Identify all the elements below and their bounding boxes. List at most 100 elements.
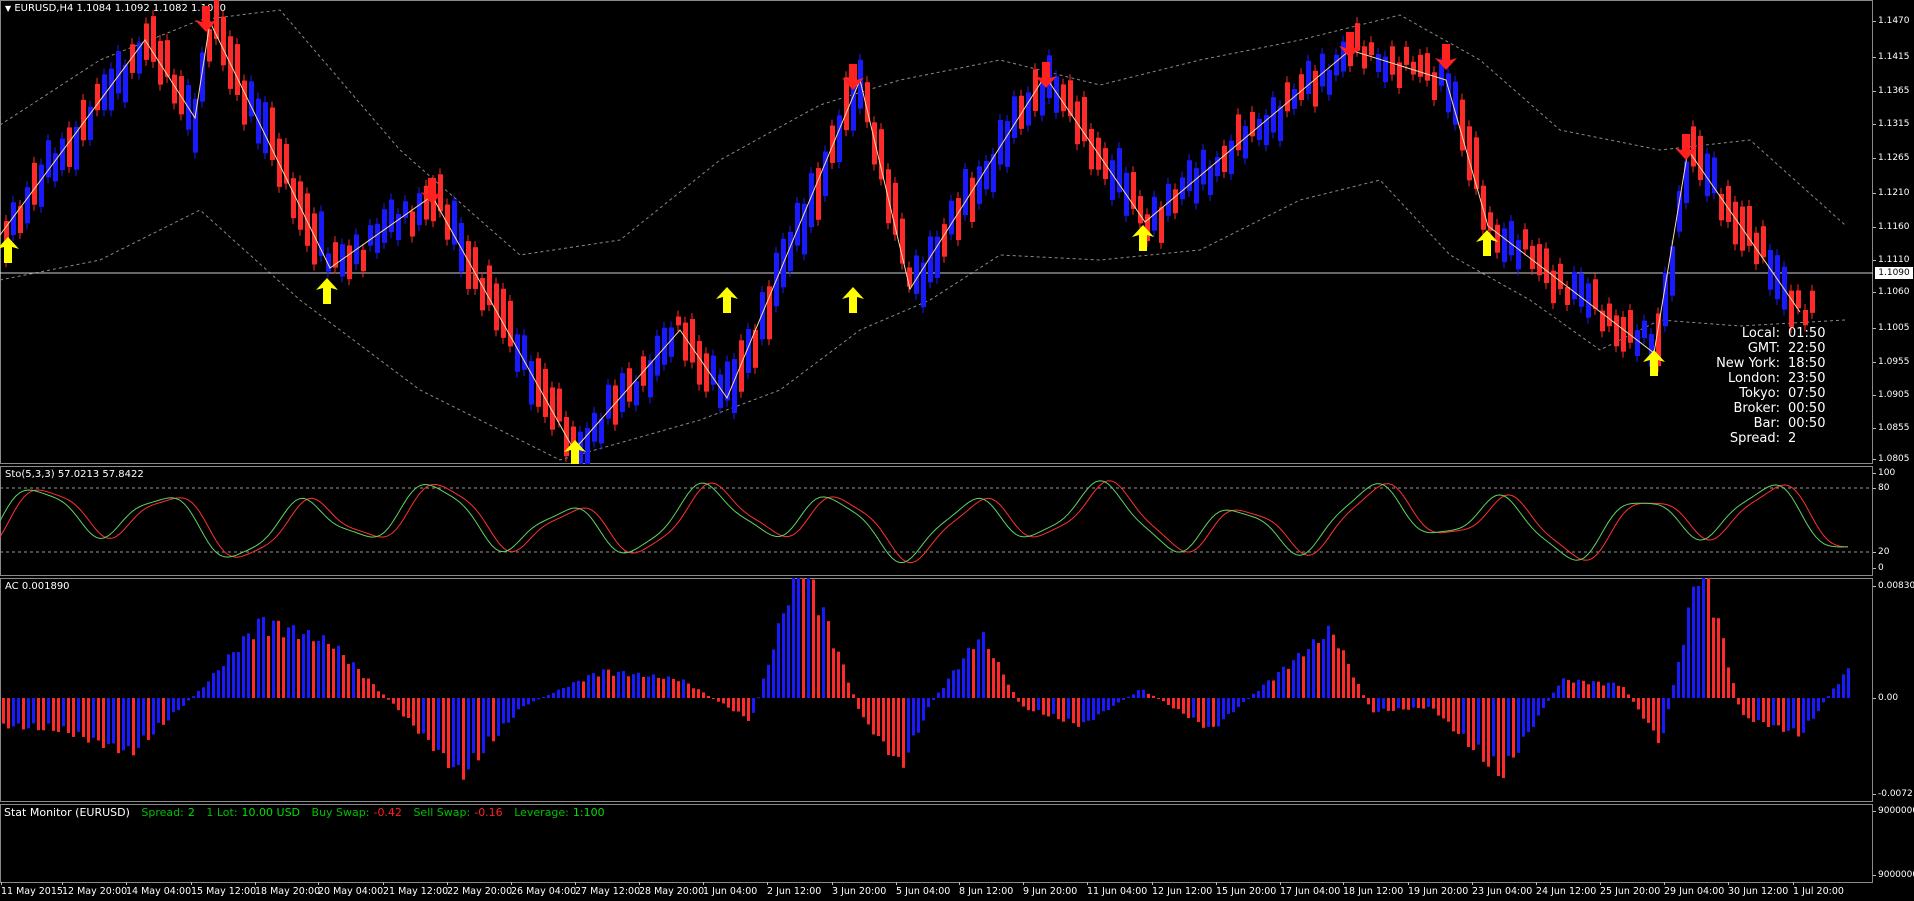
stat-monitor-title: Stat Monitor (EURUSD) [4,806,130,819]
price-chart-canvas[interactable] [0,0,1873,464]
ac-histogram-bar [2,698,5,724]
ac-histogram-bar [422,698,425,734]
ac-histogram-bar [192,696,195,698]
ac-histogram-bar [122,698,125,751]
ac-histogram-bar [1142,689,1145,698]
ac-histogram-bar [472,698,475,754]
ac-histogram-bar [1822,698,1825,703]
ac-histogram-bar [1552,692,1555,698]
ac-histogram-bar [1087,698,1090,721]
ac-histogram-bar [1652,698,1655,731]
clock-row-new-york: New York: 18:50 [1716,356,1826,371]
time-tick: 11 Jun 04:00 [1087,882,1148,897]
down-arrow-shape [195,6,217,32]
ac-histogram-bar [1597,681,1600,698]
ac-histogram-bar [672,678,675,698]
time-tick: 26 May 04:00 [511,882,577,897]
candle-body [690,318,695,363]
candle-body [25,187,30,224]
time-tick: 22 May 20:00 [447,882,513,897]
ac-histogram-bar [1692,586,1695,698]
ac-histogram-bar [1162,698,1165,702]
price-tick: 1.1365 [1873,86,1910,96]
ac-histogram-bar [1327,625,1330,698]
ac-histogram-bar [207,681,210,698]
ac-histogram-bar [157,698,160,723]
ac-tick: -0.0072 [1873,789,1913,799]
ac-histogram-bar [457,698,460,766]
ac-histogram-bar [487,698,490,737]
candle-body [32,162,37,205]
ac-histogram-bar [1722,638,1725,698]
candle-body [123,64,128,103]
ac-histogram-bar [1472,698,1475,751]
candle-body [452,200,457,245]
candle-body [683,322,688,361]
up-arrow-shape [1643,350,1665,376]
candle-body [1782,266,1787,310]
candle-body [977,166,982,204]
ac-histogram-bar [77,698,80,732]
ac-histogram-bar [1097,698,1100,715]
ac-histogram-bar [202,687,205,698]
ac-histogram-bar [1642,698,1645,719]
ac-histogram-bar [1167,698,1170,705]
ac-histogram-bar [172,698,175,713]
ac-histogram-bar [227,654,230,698]
ac-histogram-bar [1012,692,1015,698]
ac-histogram-bar [1777,698,1780,726]
candle-body [1810,290,1815,313]
candle-body [963,169,968,216]
candle-body [704,353,709,392]
candle-body [1747,206,1752,246]
candle-body [942,224,947,257]
candle-body [445,204,450,240]
ac-histogram-bar [867,698,870,725]
ac-histogram-bar [732,698,735,712]
stochastic-canvas[interactable] [0,466,1873,576]
ac-histogram-bar [507,698,510,723]
candle-body [599,418,604,444]
ac-histogram-bar [942,687,945,698]
ac-histogram-bar [617,671,620,698]
candle-body [543,368,548,417]
candle-body [1761,226,1766,258]
candle-body [305,193,310,246]
time-tick: 2 Jun 12:00 [767,882,822,897]
candle-body [837,115,842,163]
ac-histogram-bar [872,698,875,735]
time-axis[interactable]: 11 May 2015 12 May 20:00 14 May 04:00 15… [0,882,1873,901]
time-tick: 5 Jun 04:00 [896,882,951,897]
candle-body [1229,140,1234,175]
ac-histogram-bar [437,698,440,750]
candle-body [368,225,373,246]
candle-body [1320,53,1325,87]
ac-histogram-bar [832,648,835,698]
current-price-tag: 1.1090 [1875,267,1913,279]
candle-body [1404,46,1409,65]
price-scale[interactable]: 1.1470 1.1415 1.1365 1.1315 1.1265 1.121… [1873,0,1914,464]
price-tick: 1.1470 [1873,16,1910,26]
candle-body [830,125,835,163]
candle-body [1194,168,1199,204]
ac-histogram-bar [1522,698,1525,737]
ac-histogram-bar [347,663,350,698]
ac-histogram-bar [1482,698,1485,762]
ac-histogram-bar [702,692,705,698]
candle-body [347,245,352,280]
ac-histogram-bar [1262,684,1265,698]
ac-canvas[interactable] [0,578,1873,802]
ac-histogram-bar [1352,677,1355,698]
ac-histogram-bar [1832,688,1835,698]
candle-body [1166,183,1171,216]
ac-histogram-bar [1247,698,1250,699]
ac-histogram-bar [1587,684,1590,698]
ac-histogram-bar [1562,678,1565,698]
candle-body [1026,92,1031,126]
ac-histogram-bar [887,698,890,756]
ac-histogram-bar [1287,668,1290,698]
candle-body [1040,81,1045,116]
up-arrow-shape [716,287,738,313]
ac-histogram-bar [607,669,610,698]
candle-body [998,120,1003,165]
